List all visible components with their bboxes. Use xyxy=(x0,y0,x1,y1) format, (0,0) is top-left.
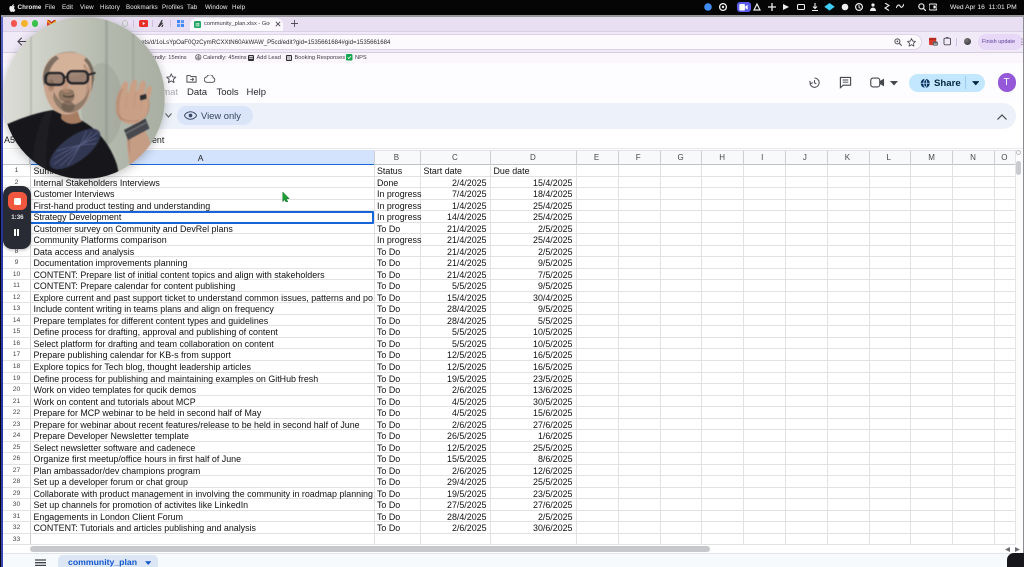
svg-text:10: 10 xyxy=(933,42,937,46)
